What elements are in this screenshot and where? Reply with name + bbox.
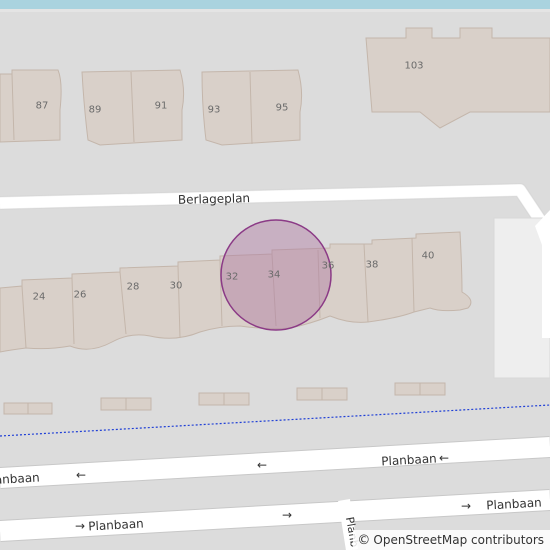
building-87: [0, 69, 62, 143]
oneway-arrow-icon: ←: [256, 458, 268, 472]
house-number-89: 89: [88, 104, 102, 116]
house-number-32: 32: [225, 271, 239, 283]
house-number-87: 87: [35, 100, 49, 112]
oneway-arrow-icon: →: [281, 508, 293, 522]
house-number-28: 28: [126, 281, 140, 293]
copyright-icon: ©: [357, 532, 371, 548]
house-number-95: 95: [275, 102, 289, 114]
oneway-arrow-icon: ←: [75, 468, 87, 482]
street-label-berlageplan: Berlageplan: [177, 191, 251, 207]
oneway-arrow-icon: →: [74, 519, 86, 533]
house-number-103: 103: [404, 60, 424, 72]
building-103: [365, 27, 550, 129]
house-number-24: 24: [32, 291, 46, 303]
house-number-91: 91: [154, 100, 168, 112]
map-attribution[interactable]: © OpenStreetMap contributors: [353, 530, 550, 550]
house-number-30: 30: [169, 280, 183, 292]
house-number-36: 36: [321, 260, 335, 272]
house-number-26: 26: [73, 289, 87, 301]
house-number-34: 34: [267, 269, 281, 281]
boundary-line: [0, 404, 550, 437]
water-area: [0, 0, 550, 9]
map-view[interactable]: 87 89 91 93 95 103 24 26 28 30 32 34 36 …: [0, 0, 550, 550]
house-number-40: 40: [421, 250, 435, 262]
house-number-38: 38: [365, 259, 379, 271]
oneway-arrow-icon: →: [460, 499, 472, 513]
house-number-93: 93: [207, 104, 221, 116]
attribution-link[interactable]: OpenStreetMap contributors: [373, 533, 544, 547]
oneway-arrow-icon: ←: [438, 451, 450, 465]
land-edge: [0, 9, 550, 12]
